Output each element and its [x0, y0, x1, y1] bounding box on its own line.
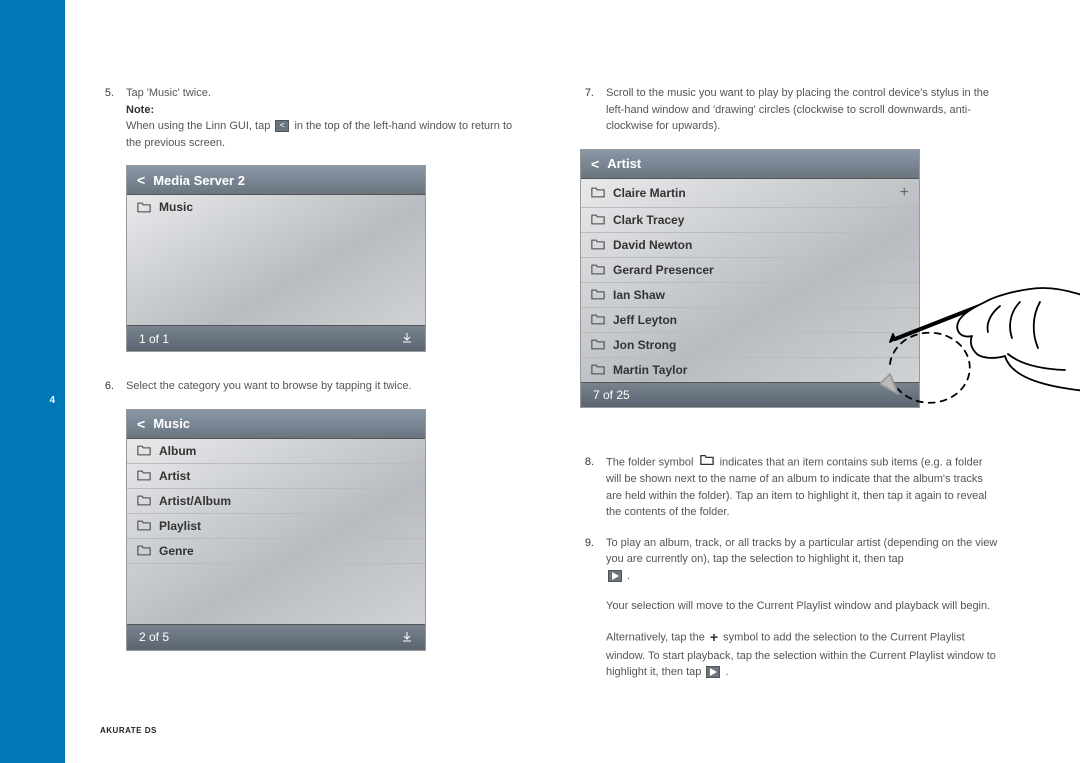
list-item[interactable]: David Newton — [581, 233, 919, 258]
folder-icon — [700, 454, 714, 472]
play-icon — [608, 570, 622, 582]
step-6: 6. Select the category you want to brows… — [100, 378, 520, 395]
gui-music: < Music Album Artist Artist/Album Playli… — [126, 409, 426, 651]
gui-footer: 7 of 25 — [581, 382, 919, 407]
page-content: 5. Tap 'Music' twice. Note: When using t… — [65, 0, 1080, 763]
gui-footer: 1 of 1 — [127, 325, 425, 351]
step-9: 9. To play an album, track, or all track… — [580, 535, 1000, 585]
folder-icon — [137, 520, 151, 531]
step-5-text: Tap 'Music' twice. — [126, 87, 211, 99]
step-8-before: The folder symbol — [606, 456, 693, 468]
playback-begin-text: Your selection will move to the Current … — [606, 598, 1000, 615]
list-item[interactable]: Playlist — [127, 514, 425, 539]
gui-media-server: < Media Server 2 Music 1 of 1 — [126, 165, 426, 352]
gui-title: Media Server 2 — [153, 173, 245, 188]
back-chevron-icon[interactable]: < — [137, 172, 145, 188]
folder-icon — [591, 264, 605, 275]
list-item[interactable]: Artist — [127, 464, 425, 489]
back-chevron-icon[interactable]: < — [137, 416, 145, 432]
list-item[interactable]: Genre — [127, 539, 425, 564]
folder-icon — [137, 445, 151, 456]
artist-panel-wrap: < Artist Claire Martin+ Clark Tracey Dav… — [580, 149, 1000, 408]
list-item[interactable]: Martin Taylor — [581, 358, 919, 382]
step-7-text: Scroll to the music you want to play by … — [606, 85, 1000, 135]
list-item[interactable]: Clark Tracey — [581, 208, 919, 233]
plus-icon: + — [710, 627, 718, 648]
list-item[interactable]: Claire Martin+ — [581, 179, 919, 208]
gui-header: < Artist — [581, 150, 919, 179]
folder-icon — [591, 187, 605, 198]
list-item[interactable]: Gerard Presencer — [581, 258, 919, 283]
folder-icon — [137, 470, 151, 481]
right-column: 7. Scroll to the music you want to play … — [580, 85, 1000, 743]
list-item[interactable]: Ian Shaw — [581, 283, 919, 308]
download-icon[interactable] — [401, 331, 413, 346]
folder-icon — [591, 314, 605, 325]
folder-icon — [591, 214, 605, 225]
step-6-text: Select the category you want to browse b… — [126, 378, 520, 395]
note-label: Note: — [126, 104, 154, 116]
folder-icon — [137, 202, 151, 213]
page-number: 4 — [49, 395, 55, 406]
alternative-text: Alternatively, tap the + symbol to add t… — [606, 627, 1000, 681]
gui-header: < Music — [127, 410, 425, 439]
download-icon[interactable] — [401, 630, 413, 645]
step-8: 8. The folder symbol indicates that an i… — [580, 454, 1000, 521]
folder-icon — [591, 364, 605, 375]
left-column: 5. Tap 'Music' twice. Note: When using t… — [100, 85, 520, 743]
step-5: 5. Tap 'Music' twice. Note: When using t… — [100, 85, 520, 151]
list-item[interactable]: Music — [127, 195, 425, 219]
add-icon[interactable]: + — [900, 184, 909, 202]
note-before: When using the Linn GUI, tap — [126, 120, 270, 132]
folder-icon — [137, 545, 151, 556]
list-item[interactable]: Artist/Album — [127, 489, 425, 514]
gui-footer: 2 of 5 — [127, 624, 425, 650]
folder-icon — [591, 289, 605, 300]
list-item[interactable]: Album — [127, 439, 425, 464]
gui-header: < Media Server 2 — [127, 166, 425, 195]
page-sidebar: 4 — [0, 0, 65, 763]
list-item[interactable]: Jon Strong — [581, 333, 919, 358]
list-item[interactable]: Jeff Leyton — [581, 308, 919, 333]
play-icon — [706, 666, 720, 678]
gui-title: Music — [153, 416, 190, 431]
product-label: AKURATE DS — [100, 726, 157, 735]
back-chevron-icon[interactable]: < — [591, 156, 599, 172]
back-icon: < — [275, 120, 289, 132]
gui-artist: < Artist Claire Martin+ Clark Tracey Dav… — [580, 149, 920, 408]
folder-icon — [591, 239, 605, 250]
step-9-text: To play an album, track, or all tracks b… — [606, 537, 997, 566]
gui-title: Artist — [607, 156, 641, 171]
folder-icon — [137, 495, 151, 506]
folder-icon — [591, 339, 605, 350]
step-7: 7. Scroll to the music you want to play … — [580, 85, 1000, 135]
